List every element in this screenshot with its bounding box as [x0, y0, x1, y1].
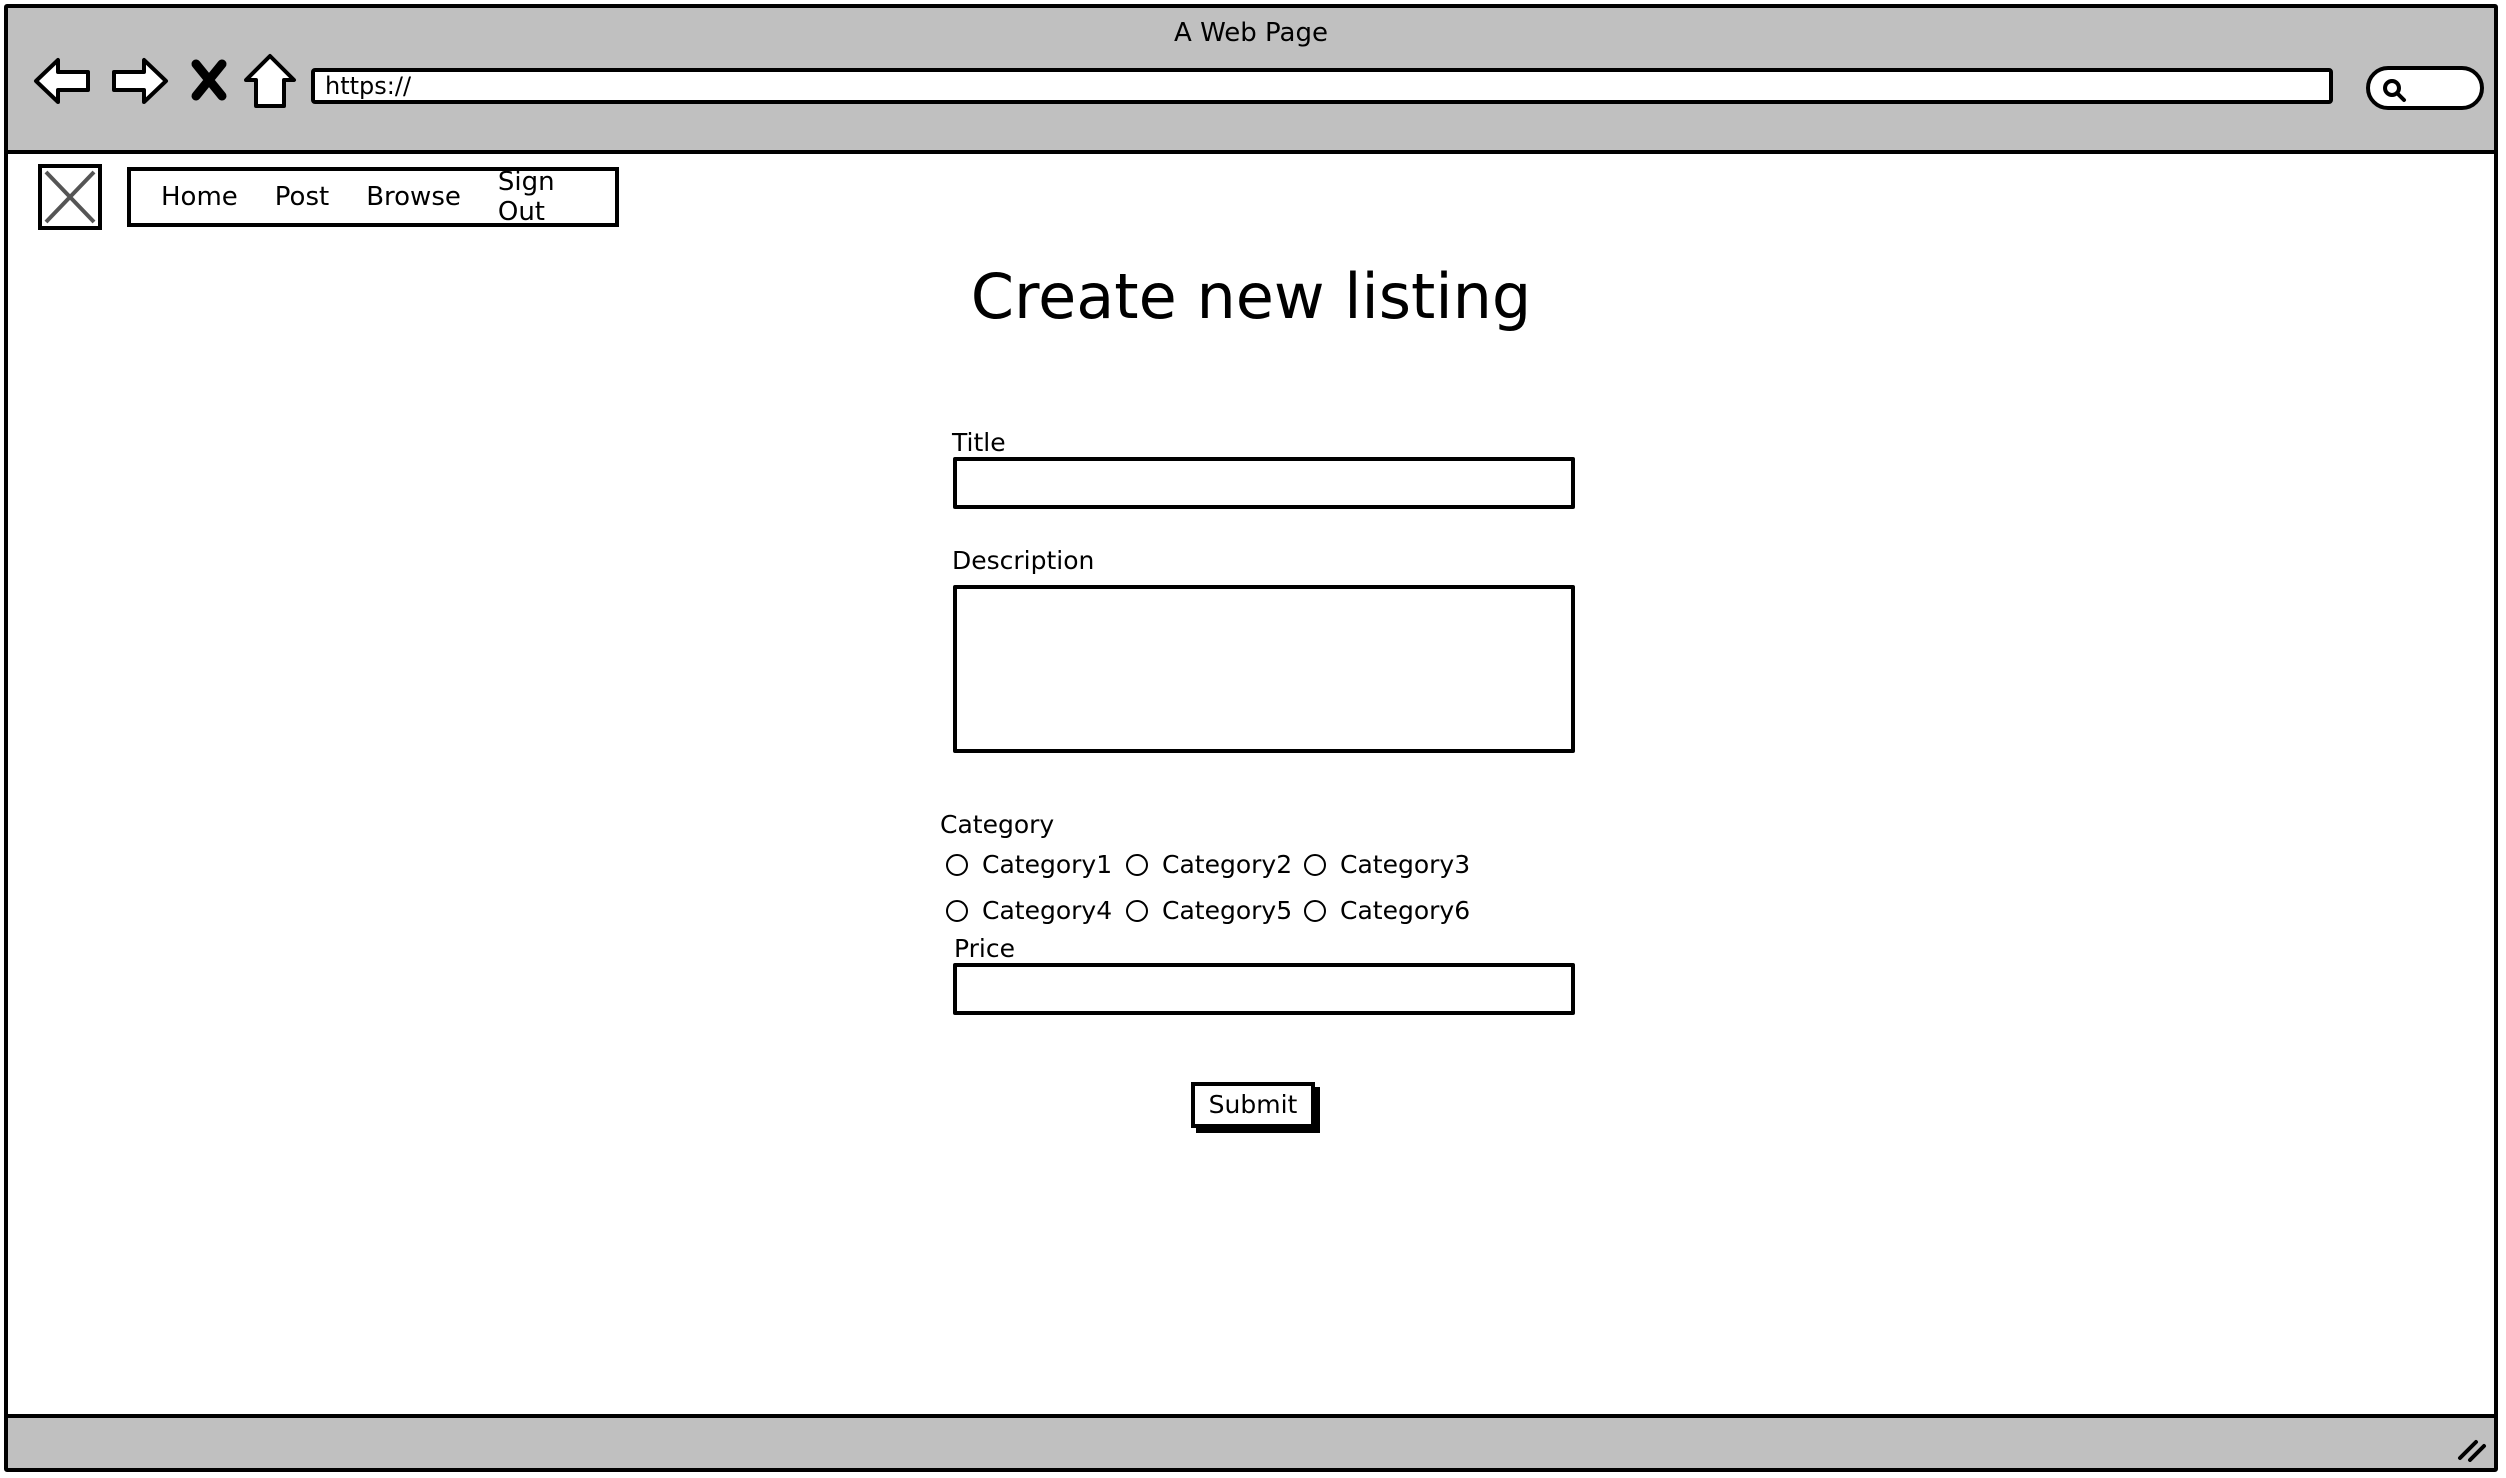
category-option-label: Category4: [982, 896, 1113, 925]
forward-arrow-icon[interactable]: [108, 50, 170, 112]
category-option-3[interactable]: Category3: [1304, 850, 1470, 879]
category-option-4[interactable]: Category4: [946, 896, 1112, 925]
category-option-label: Category1: [982, 850, 1113, 879]
back-arrow-icon[interactable]: [32, 50, 94, 112]
description-textarea[interactable]: [953, 585, 1575, 753]
description-label: Description: [952, 546, 1095, 575]
category-option-label: Category2: [1162, 850, 1293, 879]
main-menu: Home Post Browse Sign Out: [127, 167, 619, 227]
logo-image-placeholder: [38, 164, 102, 230]
radio-button[interactable]: [946, 899, 968, 922]
search-box[interactable]: [2366, 66, 2484, 110]
title-input[interactable]: [953, 457, 1575, 509]
category-option-6[interactable]: Category6: [1304, 896, 1470, 925]
menu-item-browse[interactable]: Browse: [366, 182, 461, 212]
browser-chrome: A Web Page https://: [8, 8, 2494, 154]
category-label: Category: [940, 810, 1055, 839]
title-label: Title: [952, 428, 1006, 457]
category-option-5[interactable]: Category5: [1126, 896, 1292, 925]
status-bar: [8, 1414, 2494, 1468]
search-icon: [2383, 79, 2406, 102]
category-option-label: Category5: [1162, 896, 1293, 925]
category-option-label: Category6: [1340, 896, 1471, 925]
category-option-label: Category3: [1340, 850, 1471, 879]
radio-button[interactable]: [1126, 853, 1148, 876]
radio-button[interactable]: [1304, 853, 1326, 876]
category-option-2[interactable]: Category2: [1126, 850, 1292, 879]
price-input[interactable]: [953, 963, 1575, 1015]
radio-button[interactable]: [1304, 899, 1326, 922]
resize-grip-icon[interactable]: [2454, 1434, 2488, 1462]
browser-window: A Web Page https:// Home Post Browse Sig…: [4, 4, 2498, 1472]
radio-button[interactable]: [1126, 899, 1148, 922]
radio-button[interactable]: [946, 853, 968, 876]
home-icon[interactable]: [242, 50, 304, 112]
submit-button[interactable]: Submit: [1191, 1082, 1315, 1128]
page-heading: Create new listing: [970, 260, 1532, 333]
close-icon[interactable]: [184, 50, 246, 112]
address-bar[interactable]: https://: [311, 68, 2333, 104]
menu-item-sign-out[interactable]: Sign Out: [498, 167, 578, 227]
menu-item-home[interactable]: Home: [161, 182, 238, 212]
category-option-1[interactable]: Category1: [946, 850, 1112, 879]
window-title: A Web Page: [1174, 18, 1328, 48]
menu-item-post[interactable]: Post: [275, 182, 329, 212]
price-label: Price: [954, 934, 1015, 963]
